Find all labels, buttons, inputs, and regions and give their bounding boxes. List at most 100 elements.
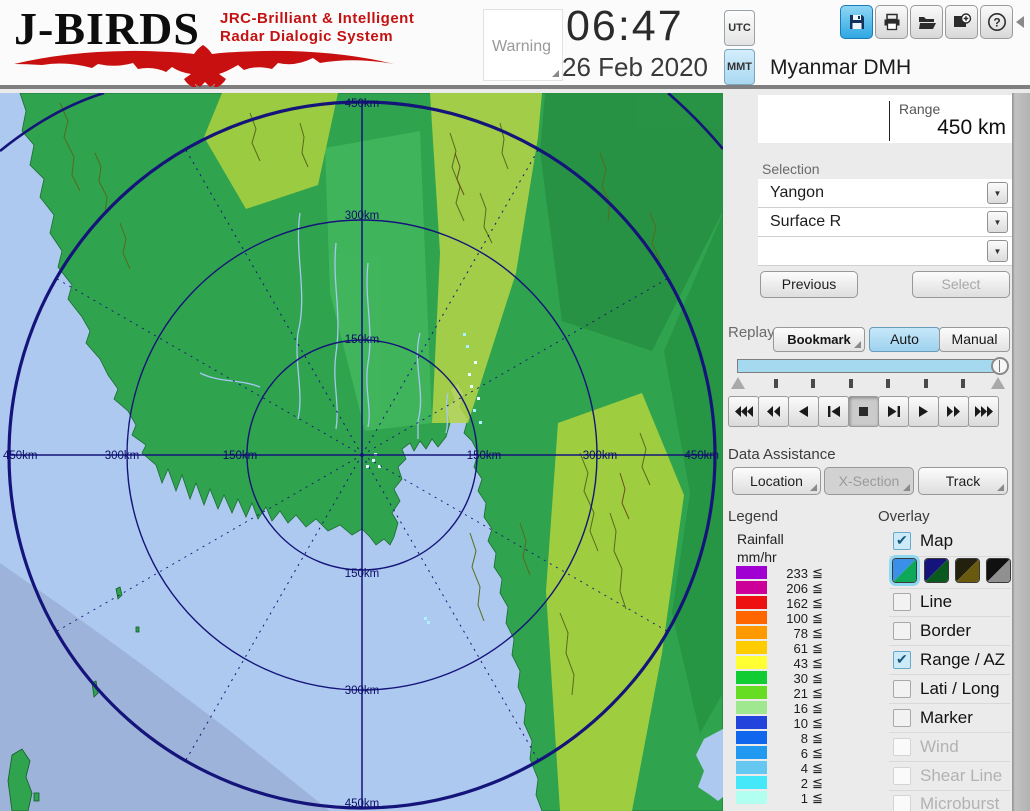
panel-collapse-icon[interactable] bbox=[1016, 16, 1024, 28]
step-forward-button[interactable] bbox=[878, 396, 909, 427]
legend-swatch bbox=[736, 746, 767, 759]
product-dropdown-value: Surface R bbox=[770, 213, 841, 230]
station-dropdown[interactable]: Yangon ▼ bbox=[758, 179, 1012, 208]
selection-label: Selection bbox=[762, 161, 820, 177]
divider bbox=[889, 790, 1010, 791]
save-button[interactable] bbox=[840, 5, 873, 39]
eagle-icon bbox=[12, 43, 396, 87]
overlay-item-line[interactable]: Line bbox=[891, 592, 1011, 617]
svg-text:150km: 150km bbox=[345, 334, 380, 346]
play-button[interactable] bbox=[908, 396, 939, 427]
replay-timeline-slider[interactable] bbox=[737, 359, 1006, 373]
divider bbox=[889, 588, 1010, 589]
logo-tagline-1: JRC-Brilliant & Intelligent bbox=[220, 10, 414, 27]
timeline-tick bbox=[886, 379, 890, 388]
map-style-blue-green[interactable] bbox=[892, 558, 917, 583]
timeline-handle[interactable] bbox=[991, 357, 1009, 375]
previous-button[interactable]: Previous bbox=[760, 271, 858, 298]
legend-row: 1≦ bbox=[736, 791, 856, 804]
checkbox-marker[interactable] bbox=[893, 709, 911, 727]
legend-swatch bbox=[736, 671, 767, 684]
print-button[interactable] bbox=[875, 5, 908, 39]
help-button[interactable]: ? bbox=[980, 5, 1013, 39]
legend-row: 8≦ bbox=[736, 731, 856, 744]
legend-swatch bbox=[736, 596, 767, 609]
replay-label: Replay bbox=[728, 324, 775, 341]
map-style-black-gray[interactable] bbox=[986, 558, 1011, 583]
overlay-item-lati-long[interactable]: Lati / Long bbox=[891, 679, 1011, 704]
legend-row: 162≦ bbox=[736, 596, 856, 609]
overlay-item-range-az[interactable]: Range / AZ bbox=[891, 650, 1011, 675]
data-assistance-label: Data Assistance bbox=[728, 446, 836, 463]
legend-swatch bbox=[736, 701, 767, 714]
legend-row: 100≦ bbox=[736, 611, 856, 624]
chevron-down-icon[interactable]: ▼ bbox=[987, 182, 1008, 204]
checkbox-shear-line bbox=[893, 767, 911, 785]
timeline-end-marker[interactable] bbox=[991, 377, 1005, 389]
checkbox-lati-long[interactable] bbox=[893, 680, 911, 698]
fast-forward-button[interactable] bbox=[938, 396, 969, 427]
legend-swatch bbox=[736, 581, 767, 594]
timeline-tick bbox=[774, 379, 778, 388]
help-icon: ? bbox=[986, 11, 1008, 33]
divider bbox=[889, 761, 1010, 762]
map-style-navy-darkgreen[interactable] bbox=[924, 558, 949, 583]
mmt-toggle-button[interactable]: MMT bbox=[724, 49, 755, 85]
add-image-button[interactable] bbox=[945, 5, 978, 39]
legend-title-2: mm/hr bbox=[737, 549, 777, 565]
panel-edge-strip bbox=[1012, 93, 1030, 811]
warning-button[interactable]: Warning bbox=[483, 9, 563, 81]
map-style-dark-olive[interactable] bbox=[955, 558, 980, 583]
checkbox-map[interactable] bbox=[893, 532, 911, 550]
chevron-down-icon[interactable]: ▼ bbox=[987, 240, 1008, 262]
overlay-item-map[interactable]: Map bbox=[891, 531, 1011, 556]
fast-rewind-button[interactable] bbox=[758, 396, 789, 427]
x-section-button[interactable]: X-Section bbox=[824, 467, 914, 495]
open-file-button[interactable] bbox=[910, 5, 943, 39]
location-button[interactable]: Location bbox=[732, 467, 821, 495]
timeline-start-marker[interactable] bbox=[731, 377, 745, 389]
station-dropdown-value: Yangon bbox=[770, 184, 824, 201]
svg-text:300km: 300km bbox=[345, 685, 380, 697]
radar-map-display[interactable]: 450km 300km 150km 150km 300km 450km 450k… bbox=[0, 93, 723, 811]
jump-forward-button[interactable] bbox=[968, 396, 999, 427]
manual-mode-button[interactable]: Manual bbox=[939, 327, 1010, 352]
chevron-down-icon[interactable]: ▼ bbox=[987, 211, 1008, 233]
legend-row: 21≦ bbox=[736, 686, 856, 699]
clock-date: 26 Feb 2020 bbox=[562, 52, 708, 83]
svg-text:150km: 150km bbox=[223, 450, 258, 462]
step-back-button[interactable] bbox=[818, 396, 849, 427]
svg-text:450km: 450km bbox=[345, 798, 380, 810]
divider bbox=[889, 645, 1010, 646]
overlay-item-microburst: Microburst bbox=[891, 794, 1011, 811]
legend-swatch bbox=[736, 656, 767, 669]
play-reverse-button[interactable] bbox=[788, 396, 819, 427]
option-dropdown[interactable]: ▼ bbox=[758, 237, 1012, 266]
svg-text:450km: 450km bbox=[345, 98, 380, 110]
range-label: Range bbox=[899, 101, 940, 117]
bookmark-button[interactable]: Bookmark bbox=[773, 327, 865, 352]
timeline-tick bbox=[961, 379, 965, 388]
track-button[interactable]: Track bbox=[918, 467, 1008, 495]
legend-row: 10≦ bbox=[736, 716, 856, 729]
overlay-item-border[interactable]: Border bbox=[891, 621, 1011, 646]
select-button[interactable]: Select bbox=[912, 271, 1010, 298]
overlay-item-marker[interactable]: Marker bbox=[891, 708, 1011, 733]
product-dropdown[interactable]: Surface R ▼ bbox=[758, 208, 1012, 237]
range-value: 450 km bbox=[860, 116, 1006, 140]
checkbox-line[interactable] bbox=[893, 593, 911, 611]
utc-toggle-button[interactable]: UTC bbox=[724, 10, 755, 46]
jump-back-button[interactable] bbox=[728, 396, 759, 427]
svg-text:300km: 300km bbox=[345, 210, 380, 222]
svg-text:450km: 450km bbox=[684, 450, 719, 462]
checkbox-range-az[interactable] bbox=[893, 651, 911, 669]
checkbox-border[interactable] bbox=[893, 622, 911, 640]
checkbox-microburst bbox=[893, 795, 911, 811]
legend-row: 78≦ bbox=[736, 626, 856, 639]
stop-icon bbox=[859, 407, 868, 416]
jbirds-window: J-BIRDS JRC-Brilliant & Intelligent Rada… bbox=[0, 0, 1030, 811]
svg-text:300km: 300km bbox=[105, 450, 140, 462]
auto-mode-button[interactable]: Auto bbox=[869, 327, 940, 352]
stop-button[interactable] bbox=[848, 396, 879, 427]
legend-swatch bbox=[736, 641, 767, 654]
